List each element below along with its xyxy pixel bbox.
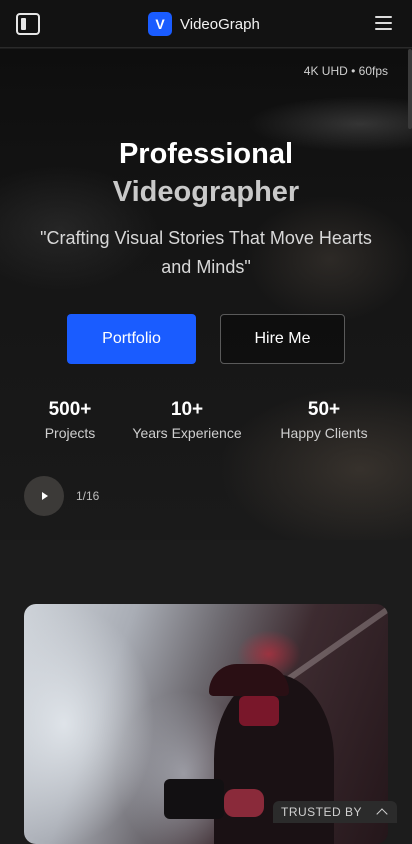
chevron-up-icon [376,808,388,820]
stat-label: Years Experience [132,425,242,441]
stat-value: 10+ [170,399,204,420]
stat-label: Happy Clients [280,425,368,441]
portfolio-button[interactable]: Portfolio [67,314,196,364]
photo-camera [164,779,224,819]
trusted-by-tab[interactable]: TRUSTED BY [273,801,397,823]
stat-clients: 50+ Happy Clients [270,398,378,441]
top-bar: V VideoGraph [0,0,412,48]
trusted-by-label: TRUSTED BY [281,805,363,819]
stat-experience: 10+ Years Experience [124,398,250,441]
sidebar-toggle-icon[interactable] [16,13,40,35]
stat-label: Projects [44,425,96,441]
hero-section: 4K UHD • 60fps Professional Videographer… [0,49,412,540]
hire-me-button[interactable]: Hire Me [220,314,345,364]
hero-title-line2: Videographer [112,176,300,208]
hamburger-menu-icon[interactable] [375,16,392,31]
hero-title: Professional Videographer [0,135,412,211]
play-button[interactable] [24,476,64,516]
photo-hand [224,789,264,817]
slide-counter: 1/16 [76,489,100,503]
brand-name: VideoGraph [180,15,260,33]
scrollbar[interactable] [408,49,412,129]
stat-projects: 500+ Projects [20,398,120,441]
play-icon [42,492,48,500]
brand[interactable]: V VideoGraph [148,12,260,36]
hero-tagline: "Crafting Visual Stories That Move Heart… [40,228,372,277]
logo-icon: V [148,12,172,36]
photo-cap [209,664,289,696]
hero-title-line1: Professional [118,138,294,170]
stat-value: 500+ [48,399,92,420]
photo-face [239,696,279,726]
stat-value: 50+ [307,399,341,420]
quality-badge: 4K UHD • 60fps [303,64,388,78]
